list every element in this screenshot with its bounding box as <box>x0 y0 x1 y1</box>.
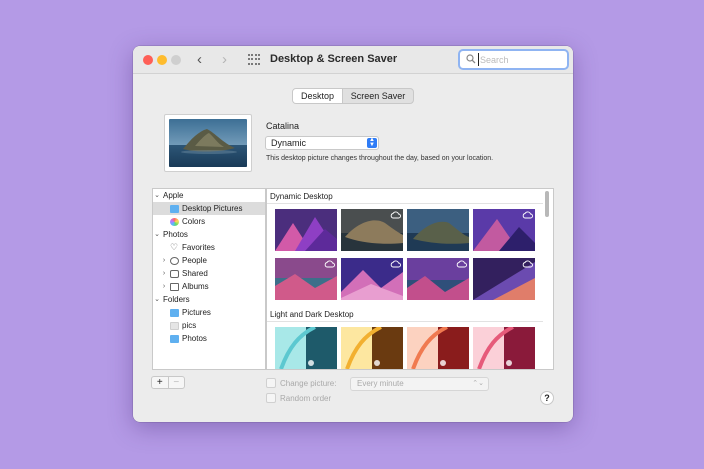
wallpaper-thumbnail[interactable] <box>473 327 535 369</box>
picture-description: This desktop picture changes throughout … <box>266 155 494 162</box>
random-order-label: Random order <box>280 394 332 403</box>
sidebar-item-photos-folder[interactable]: Photos <box>153 332 265 345</box>
sidebar-item-colors[interactable]: Colors <box>153 215 265 228</box>
remove-folder-button[interactable]: − <box>169 377 185 388</box>
help-button[interactable]: ? <box>540 391 554 405</box>
picture-name: Catalina <box>266 121 300 131</box>
chevron-updown-icon: ▲ ▼ <box>367 137 377 148</box>
section-dynamic-desktop: Dynamic Desktop <box>267 189 543 204</box>
sidebar-item-shared[interactable]: › Shared <box>153 267 265 280</box>
wallpaper-thumbnail[interactable] <box>407 209 469 251</box>
back-chevron-icon[interactable]: ‹ <box>197 51 202 69</box>
search-input[interactable] <box>478 53 564 66</box>
chevron-updown-icon: ⌃⌄ <box>472 380 484 387</box>
source-sidebar: ⌄ Apple Desktop Pictures Colors ⌄ Photos… <box>152 188 266 370</box>
section-light-and-dark-desktop: Light and Dark Desktop <box>267 307 543 322</box>
forward-chevron-icon[interactable]: › <box>222 51 227 69</box>
preferences-window: ‹ › Desktop & Screen Saver Desktop Scree… <box>133 46 573 422</box>
sidebar-item-albums[interactable]: › Albums <box>153 280 265 293</box>
change-picture-label: Change picture: <box>280 379 337 388</box>
cloud-download-icon[interactable] <box>522 260 533 269</box>
current-picture-preview <box>164 114 252 172</box>
cloud-download-icon[interactable] <box>390 260 401 269</box>
wallpaper-thumbnail[interactable] <box>275 258 337 300</box>
title-bar: ‹ › Desktop & Screen Saver <box>133 46 573 74</box>
sidebar-group-photos[interactable]: ⌄ Photos <box>153 228 265 241</box>
chevron-down-icon: ⌄ <box>154 296 160 303</box>
wallpaper-thumbnail[interactable] <box>473 209 535 251</box>
wallpaper-thumbnail[interactable] <box>407 258 469 300</box>
heart-icon: ♡ <box>170 242 179 252</box>
search-field[interactable] <box>458 49 569 70</box>
wallpaper-thumbnail[interactable] <box>407 327 469 369</box>
gallery-scrollbar[interactable] <box>545 191 549 217</box>
wallpaper-thumbnail[interactable] <box>341 258 403 300</box>
zoom-window-button[interactable] <box>171 55 181 65</box>
tab-desktop[interactable]: Desktop <box>293 89 343 103</box>
interval-select[interactable]: Every minute ⌃⌄ <box>350 377 489 391</box>
chevron-down-icon: ⌄ <box>154 192 160 199</box>
cloud-download-icon[interactable] <box>522 211 533 220</box>
chevron-down-icon: ⌄ <box>154 231 160 238</box>
folder-icon <box>170 204 179 213</box>
search-icon <box>466 54 476 64</box>
catalina-preview-image <box>169 119 247 167</box>
wallpaper-thumbnail[interactable] <box>275 209 337 251</box>
sidebar-item-desktop-pictures[interactable]: Desktop Pictures <box>153 202 265 215</box>
sidebar-item-people[interactable]: › People <box>153 254 265 267</box>
minimize-window-button[interactable] <box>157 55 167 65</box>
cloud-download-icon[interactable] <box>390 211 401 220</box>
wallpaper-thumbnail[interactable] <box>275 327 337 369</box>
wallpaper-thumbnail[interactable] <box>341 327 403 369</box>
cloud-download-icon[interactable] <box>324 260 335 269</box>
wallpaper-thumbnail[interactable] <box>341 209 403 251</box>
sidebar-group-folders[interactable]: ⌄ Folders <box>153 293 265 306</box>
random-order-checkbox[interactable] <box>266 393 276 403</box>
folder-icon <box>170 334 179 343</box>
window-title: Desktop & Screen Saver <box>270 53 398 65</box>
picture-mode-value: Dynamic <box>271 138 307 148</box>
add-remove-buttons: + − <box>151 376 185 389</box>
sidebar-item-favorites[interactable]: ♡ Favorites <box>153 241 265 254</box>
folder-icon <box>170 321 179 330</box>
album-icon <box>170 282 179 291</box>
color-wheel-icon <box>170 217 179 226</box>
sidebar-item-pictures[interactable]: Pictures <box>153 306 265 319</box>
folder-icon <box>170 308 179 317</box>
chevron-right-icon: › <box>162 257 166 264</box>
interval-value: Every minute <box>357 379 404 388</box>
picture-mode-select[interactable]: Dynamic ▲ ▼ <box>265 136 379 150</box>
chevron-right-icon: › <box>162 270 166 277</box>
show-all-grid-icon[interactable] <box>248 54 260 66</box>
wallpaper-thumbnail[interactable] <box>473 258 535 300</box>
sidebar-group-apple[interactable]: ⌄ Apple <box>153 189 265 202</box>
tab-bar: Desktop Screen Saver <box>292 88 414 104</box>
person-icon <box>170 256 179 265</box>
change-picture-checkbox[interactable] <box>266 378 276 388</box>
add-folder-button[interactable]: + <box>152 377 169 388</box>
cloud-download-icon[interactable] <box>456 260 467 269</box>
wallpaper-gallery: Dynamic Desktop Light and Dark Desktop <box>266 188 554 370</box>
sidebar-item-pics[interactable]: pics <box>153 319 265 332</box>
shared-icon <box>170 269 179 278</box>
close-window-button[interactable] <box>143 55 153 65</box>
chevron-right-icon: › <box>162 283 166 290</box>
tab-screen-saver[interactable]: Screen Saver <box>343 89 413 103</box>
